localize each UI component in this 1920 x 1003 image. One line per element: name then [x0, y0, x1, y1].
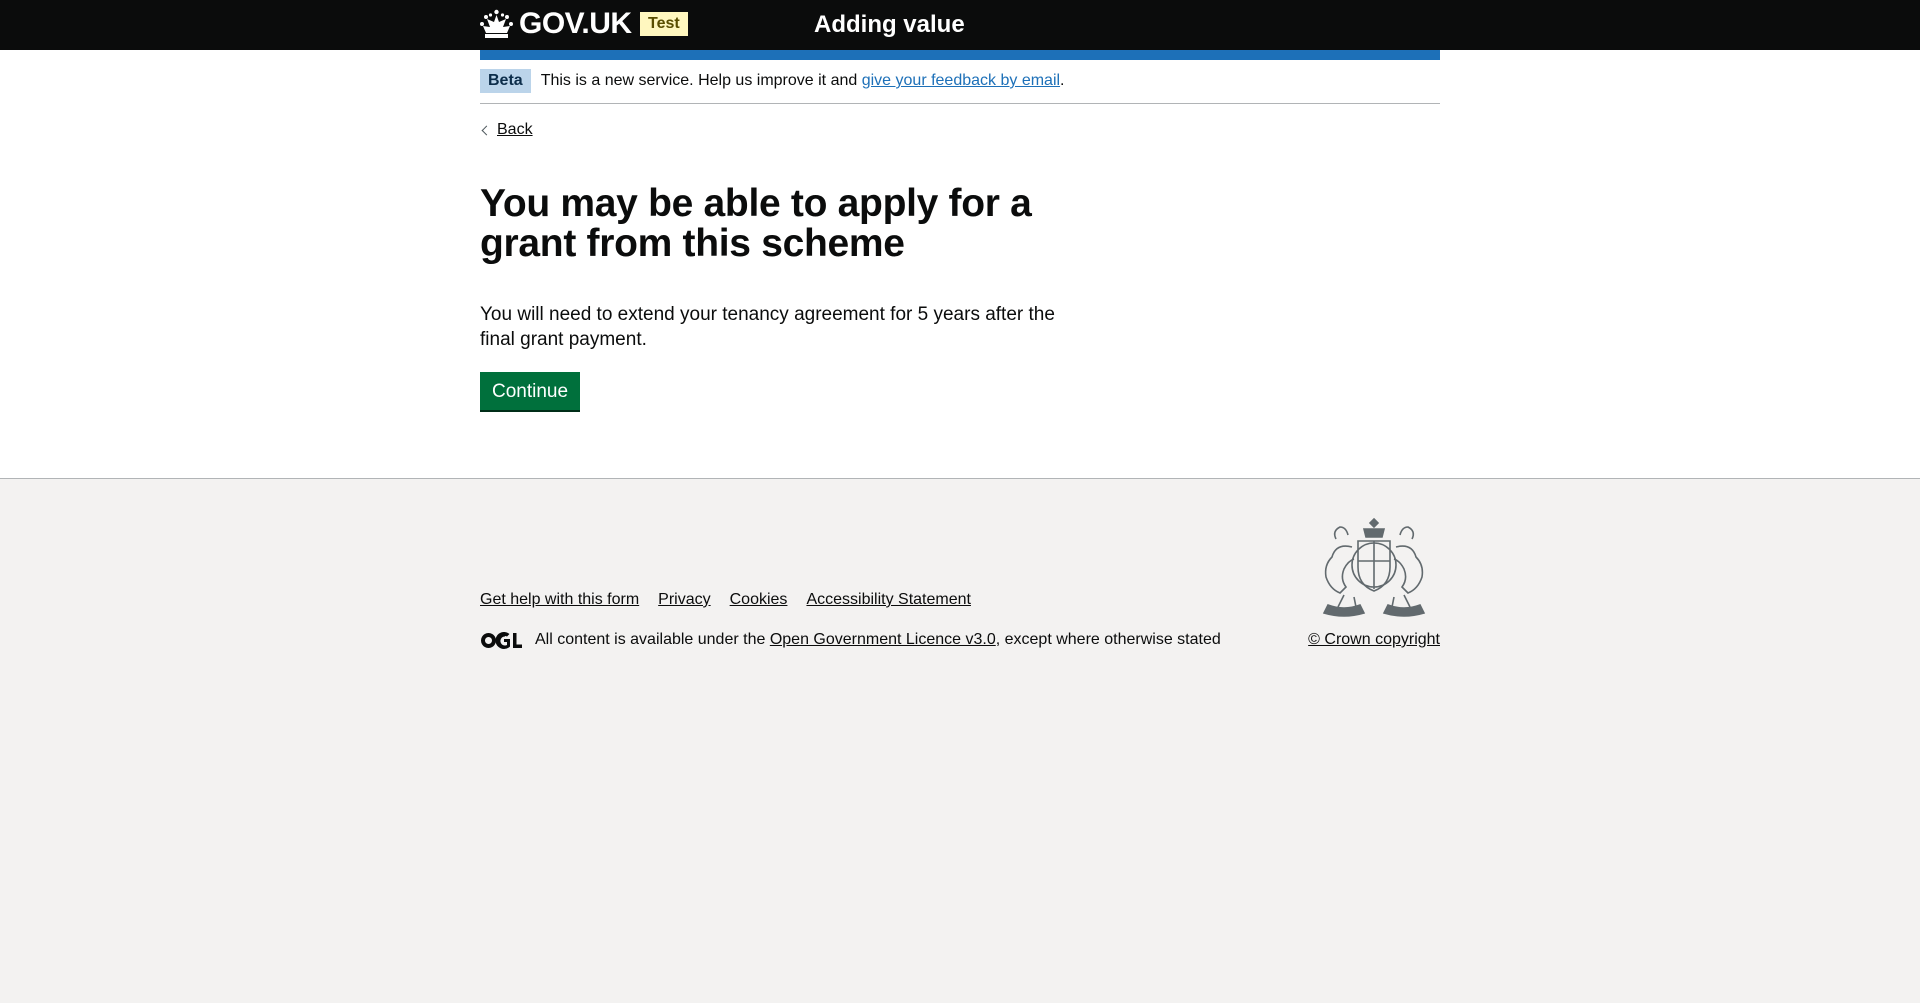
- service-name-link[interactable]: Adding value: [814, 11, 965, 39]
- continue-button[interactable]: Continue: [480, 372, 581, 410]
- environment-tag: Test: [640, 12, 688, 36]
- page: GOV.UK Test Adding value Beta This is a …: [0, 0, 1920, 478]
- logo-text: GOV.UK: [519, 7, 632, 40]
- crown-copyright-link[interactable]: © Crown copyright: [1308, 631, 1440, 649]
- phase-banner: Beta This is a new service. Help us impr…: [480, 60, 1440, 104]
- body-text: You will need to extend your tenancy agr…: [480, 304, 1055, 350]
- licence-suffix: , except where otherwise stated: [995, 631, 1221, 648]
- chevron-left-icon: [481, 125, 492, 135]
- site-header: GOV.UK Test Adding value: [0, 0, 1920, 50]
- ogl-logo-icon: [481, 631, 522, 649]
- back-link[interactable]: Back: [480, 120, 533, 140]
- phase-banner-message: This is a new service. Help us improve i…: [540, 72, 858, 89]
- header-blue-bar: [480, 50, 1440, 60]
- phase-banner-text: This is a new service. Help us improve i…: [541, 71, 1065, 91]
- footer-links: Get help with this form Privacy Cookies …: [480, 591, 971, 609]
- beta-tag: Beta: [480, 69, 531, 93]
- phase-banner-suffix: .: [1060, 72, 1065, 89]
- main-content: You may be able to apply for a grant fro…: [480, 140, 1440, 478]
- footer-link-get-help[interactable]: Get help with this form: [480, 591, 639, 609]
- feedback-link[interactable]: give your feedback by email: [862, 72, 1060, 89]
- royal-coat-of-arms-icon: [1322, 517, 1426, 617]
- licence-statement: All content is available under the Open …: [480, 631, 1221, 649]
- licence-prefix: All content is available under the: [535, 631, 766, 648]
- footer-link-cookies[interactable]: Cookies: [730, 591, 788, 609]
- footer-link-privacy[interactable]: Privacy: [658, 591, 710, 609]
- ogl-licence-link[interactable]: Open Government Licence v3.0: [770, 631, 996, 649]
- crown-icon: [480, 9, 513, 38]
- site-footer: Get help with this form Privacy Cookies …: [0, 478, 1920, 999]
- page-title: You may be able to apply for a grant fro…: [480, 182, 1032, 265]
- footer-link-accessibility[interactable]: Accessibility Statement: [806, 591, 971, 609]
- govuk-logo-link[interactable]: GOV.UK: [480, 8, 632, 40]
- back-link-label: Back: [497, 121, 533, 138]
